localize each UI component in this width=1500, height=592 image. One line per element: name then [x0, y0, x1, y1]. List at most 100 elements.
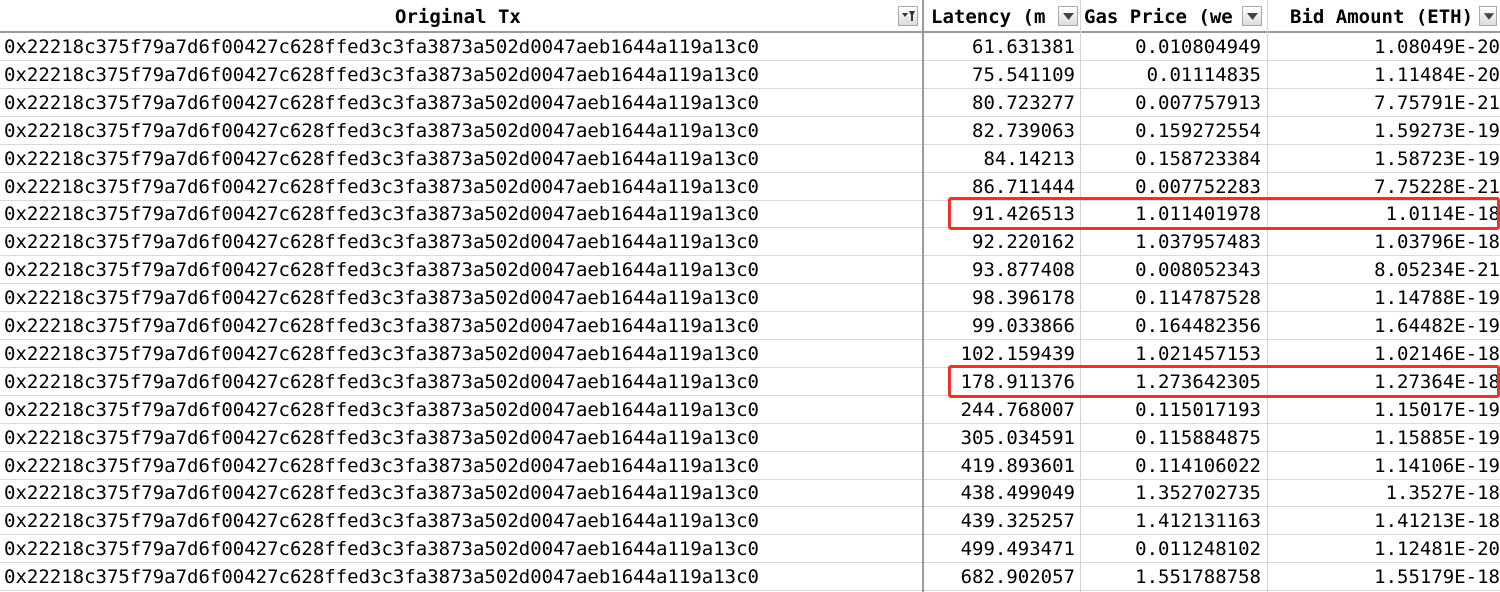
- latency-cell[interactable]: 86.711444: [925, 173, 1075, 200]
- filter-active-icon[interactable]: [898, 6, 918, 26]
- tx-cell[interactable]: 0x22218c375f79a7d6f00427c628ffed3c3fa387…: [4, 452, 919, 479]
- bid-amount-cell[interactable]: 1.64482E-19: [1268, 312, 1500, 339]
- table-row[interactable]: 0x22218c375f79a7d6f00427c628ffed3c3fa387…: [0, 452, 1500, 480]
- gas-price-cell[interactable]: 0.159272554: [1083, 117, 1261, 144]
- tx-cell[interactable]: 0x22218c375f79a7d6f00427c628ffed3c3fa387…: [4, 535, 919, 562]
- table-row[interactable]: 0x22218c375f79a7d6f00427c628ffed3c3fa387…: [0, 61, 1500, 89]
- latency-cell[interactable]: 439.325257: [925, 507, 1075, 534]
- bid-amount-cell[interactable]: 1.58723E-19: [1268, 145, 1500, 172]
- tx-cell[interactable]: 0x22218c375f79a7d6f00427c628ffed3c3fa387…: [4, 396, 919, 423]
- gas-price-cell[interactable]: 1.412131163: [1083, 507, 1261, 534]
- tx-cell[interactable]: 0x22218c375f79a7d6f00427c628ffed3c3fa387…: [4, 563, 919, 590]
- gas-price-cell[interactable]: 0.011248102: [1083, 535, 1261, 562]
- latency-cell[interactable]: 98.396178: [925, 284, 1075, 311]
- latency-cell[interactable]: 419.893601: [925, 452, 1075, 479]
- bid-amount-cell[interactable]: 7.75228E-21: [1268, 173, 1500, 200]
- bid-amount-cell[interactable]: 7.75791E-21: [1268, 89, 1500, 116]
- gas-price-cell[interactable]: 0.007752283: [1083, 173, 1261, 200]
- table-row[interactable]: 0x22218c375f79a7d6f00427c628ffed3c3fa387…: [0, 284, 1500, 313]
- bid-amount-cell[interactable]: 1.03796E-18: [1268, 228, 1500, 255]
- table-row[interactable]: 0x22218c375f79a7d6f00427c628ffed3c3fa387…: [0, 312, 1500, 340]
- tx-cell[interactable]: 0x22218c375f79a7d6f00427c628ffed3c3fa387…: [4, 340, 919, 367]
- bid-amount-cell[interactable]: 1.15017E-19: [1268, 396, 1500, 423]
- tx-cell[interactable]: 0x22218c375f79a7d6f00427c628ffed3c3fa387…: [4, 312, 919, 339]
- table-row[interactable]: 0x22218c375f79a7d6f00427c628ffed3c3fa387…: [0, 117, 1500, 145]
- table-row[interactable]: 0x22218c375f79a7d6f00427c628ffed3c3fa387…: [0, 256, 1500, 285]
- gas-price-cell[interactable]: 0.114787528: [1083, 284, 1261, 311]
- gas-price-cell[interactable]: 1.352702735: [1083, 479, 1261, 506]
- latency-cell[interactable]: 499.493471: [925, 535, 1075, 562]
- tx-cell[interactable]: 0x22218c375f79a7d6f00427c628ffed3c3fa387…: [4, 507, 919, 534]
- latency-cell[interactable]: 682.902057: [925, 563, 1075, 590]
- table-row[interactable]: 0x22218c375f79a7d6f00427c628ffed3c3fa387…: [0, 396, 1500, 424]
- gas-price-cell[interactable]: 0.115884875: [1083, 424, 1261, 451]
- header-original-tx[interactable]: Original Tx: [0, 0, 922, 33]
- gas-price-cell[interactable]: 0.158723384: [1083, 145, 1261, 172]
- tx-cell[interactable]: 0x22218c375f79a7d6f00427c628ffed3c3fa387…: [4, 284, 919, 311]
- tx-cell[interactable]: 0x22218c375f79a7d6f00427c628ffed3c3fa387…: [4, 173, 919, 200]
- tx-cell[interactable]: 0x22218c375f79a7d6f00427c628ffed3c3fa387…: [4, 424, 919, 451]
- bid-amount-cell[interactable]: 1.12481E-20: [1268, 535, 1500, 562]
- gas-price-cell[interactable]: 0.008052343: [1083, 256, 1261, 283]
- table-row[interactable]: 0x22218c375f79a7d6f00427c628ffed3c3fa387…: [0, 173, 1500, 201]
- tx-cell[interactable]: 0x22218c375f79a7d6f00427c628ffed3c3fa387…: [4, 117, 919, 144]
- gas-price-cell[interactable]: 0.007757913: [1083, 89, 1261, 116]
- tx-cell[interactable]: 0x22218c375f79a7d6f00427c628ffed3c3fa387…: [4, 89, 919, 116]
- header-bid-amount[interactable]: Bid Amount (ETH): [1268, 0, 1500, 33]
- header-gas-price[interactable]: Gas Price (we: [1081, 0, 1267, 33]
- table-row[interactable]: 0x22218c375f79a7d6f00427c628ffed3c3fa387…: [0, 479, 1500, 508]
- gas-price-cell[interactable]: 0.01114835: [1083, 61, 1261, 88]
- latency-cell[interactable]: 84.14213: [925, 145, 1075, 172]
- tx-cell[interactable]: 0x22218c375f79a7d6f00427c628ffed3c3fa387…: [4, 228, 919, 255]
- latency-cell[interactable]: 61.631381: [925, 33, 1075, 60]
- bid-amount-cell[interactable]: 1.59273E-19: [1268, 117, 1500, 144]
- latency-cell[interactable]: 102.159439: [925, 340, 1075, 367]
- bid-amount-cell[interactable]: 1.14106E-19: [1268, 452, 1500, 479]
- dropdown-arrow-icon[interactable]: [1479, 6, 1497, 26]
- bid-amount-cell[interactable]: 1.55179E-18: [1268, 563, 1500, 590]
- table-row[interactable]: 0x22218c375f79a7d6f00427c628ffed3c3fa387…: [0, 340, 1500, 368]
- latency-cell[interactable]: 75.541109: [925, 61, 1075, 88]
- gas-price-cell[interactable]: 1.021457153: [1083, 340, 1261, 367]
- table-row[interactable]: 0x22218c375f79a7d6f00427c628ffed3c3fa387…: [0, 507, 1500, 536]
- table-row[interactable]: 0x22218c375f79a7d6f00427c628ffed3c3fa387…: [0, 535, 1500, 564]
- latency-cell[interactable]: 92.220162: [925, 228, 1075, 255]
- bid-amount-cell[interactable]: 1.15885E-19: [1268, 424, 1500, 451]
- latency-cell[interactable]: 438.499049: [925, 479, 1075, 506]
- tx-cell[interactable]: 0x22218c375f79a7d6f00427c628ffed3c3fa387…: [4, 61, 919, 88]
- table-row[interactable]: 0x22218c375f79a7d6f00427c628ffed3c3fa387…: [0, 33, 1500, 61]
- dropdown-arrow-icon[interactable]: [1058, 6, 1078, 26]
- tx-cell[interactable]: 0x22218c375f79a7d6f00427c628ffed3c3fa387…: [4, 145, 919, 172]
- table-row[interactable]: 0x22218c375f79a7d6f00427c628ffed3c3fa387…: [0, 563, 1500, 592]
- tx-cell[interactable]: 0x22218c375f79a7d6f00427c628ffed3c3fa387…: [4, 200, 919, 227]
- tx-cell[interactable]: 0x22218c375f79a7d6f00427c628ffed3c3fa387…: [4, 33, 919, 60]
- header-latency[interactable]: Latency (m: [924, 0, 1080, 33]
- latency-cell[interactable]: 82.739063: [925, 117, 1075, 144]
- table-row[interactable]: 0x22218c375f79a7d6f00427c628ffed3c3fa387…: [0, 424, 1500, 452]
- gas-price-cell[interactable]: 0.164482356: [1083, 312, 1261, 339]
- table-row[interactable]: 0x22218c375f79a7d6f00427c628ffed3c3fa387…: [0, 89, 1500, 117]
- bid-amount-cell[interactable]: 1.08049E-20: [1268, 33, 1500, 60]
- gas-price-cell[interactable]: 1.551788758: [1083, 563, 1261, 590]
- tx-cell[interactable]: 0x22218c375f79a7d6f00427c628ffed3c3fa387…: [4, 479, 919, 506]
- gas-price-cell[interactable]: 0.010804949: [1083, 33, 1261, 60]
- bid-amount-cell[interactable]: 1.14788E-19: [1268, 284, 1500, 311]
- latency-cell[interactable]: 80.723277: [925, 89, 1075, 116]
- latency-cell[interactable]: 305.034591: [925, 424, 1075, 451]
- bid-amount-cell[interactable]: 1.41213E-18: [1268, 507, 1500, 534]
- latency-cell[interactable]: 244.768007: [925, 396, 1075, 423]
- bid-amount-cell[interactable]: 1.3527E-18: [1268, 479, 1500, 506]
- tx-cell[interactable]: 0x22218c375f79a7d6f00427c628ffed3c3fa387…: [4, 256, 919, 283]
- bid-amount-cell[interactable]: 1.02146E-18: [1268, 340, 1500, 367]
- tx-cell[interactable]: 0x22218c375f79a7d6f00427c628ffed3c3fa387…: [4, 368, 919, 395]
- latency-cell[interactable]: 93.877408: [925, 256, 1075, 283]
- gas-price-cell[interactable]: 0.114106022: [1083, 452, 1261, 479]
- gas-price-cell[interactable]: 1.037957483: [1083, 228, 1261, 255]
- gas-price-cell[interactable]: 0.115017193: [1083, 396, 1261, 423]
- bid-amount-cell[interactable]: 8.05234E-21: [1268, 256, 1500, 283]
- table-row[interactable]: 0x22218c375f79a7d6f00427c628ffed3c3fa387…: [0, 228, 1500, 257]
- dropdown-arrow-icon[interactable]: [1242, 6, 1262, 26]
- bid-amount-cell[interactable]: 1.11484E-20: [1268, 61, 1500, 88]
- latency-cell[interactable]: 99.033866: [925, 312, 1075, 339]
- table-row[interactable]: 0x22218c375f79a7d6f00427c628ffed3c3fa387…: [0, 145, 1500, 173]
